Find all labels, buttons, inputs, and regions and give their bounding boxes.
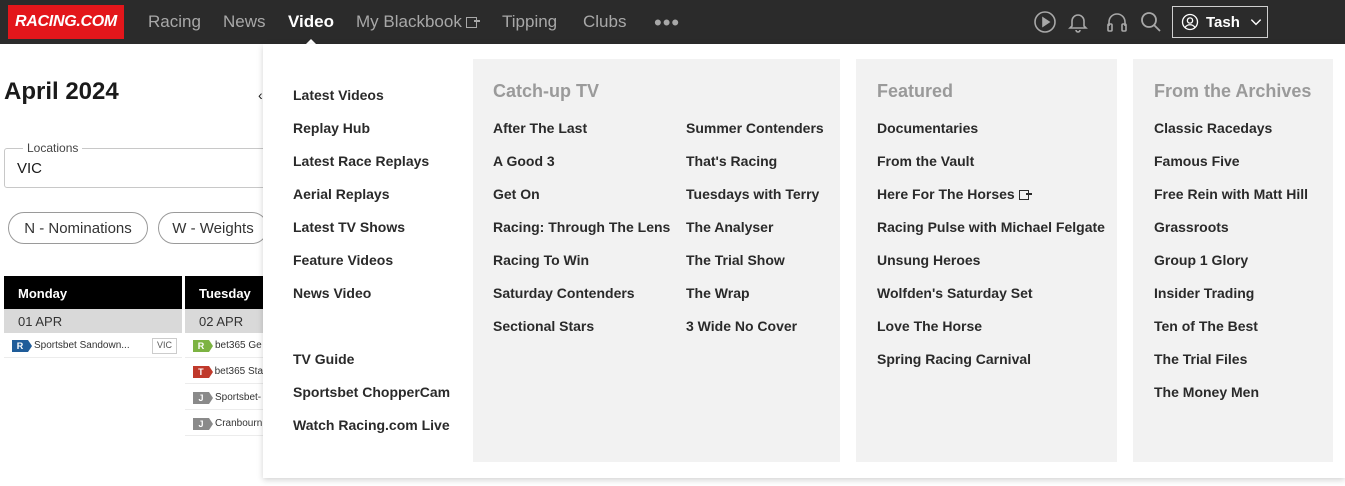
catchup-link[interactable]: Sectional Stars [493, 318, 594, 334]
archives-link[interactable]: Insider Trading [1154, 285, 1254, 301]
meeting-item[interactable]: J Cranbourn [185, 412, 263, 436]
day-header-monday: Monday [4, 276, 182, 309]
featured-link[interactable]: Spring Racing Carnival [877, 351, 1031, 367]
catchup-link[interactable]: Get On [493, 186, 540, 202]
archives-panel: From the Archives Classic Racedays Famou… [1133, 59, 1333, 462]
featured-link[interactable]: Love The Horse [877, 318, 982, 334]
search-icon[interactable] [1139, 10, 1163, 34]
previous-month-icon[interactable]: ‹ [258, 87, 263, 103]
nav-video[interactable]: Video [288, 12, 334, 47]
race-type-badge: J [193, 391, 213, 404]
top-navigation-bar: RACING.COM Racing News Video My Blackboo… [0, 0, 1345, 47]
catchup-link[interactable]: That's Racing [686, 153, 777, 169]
featured-link[interactable]: Documentaries [877, 120, 978, 136]
catchup-link[interactable]: After The Last [493, 120, 587, 136]
featured-link[interactable]: Wolfden's Saturday Set [877, 285, 1033, 301]
locations-label: Locations [23, 141, 83, 155]
meeting-item[interactable]: R bet365 Ge [185, 334, 263, 358]
nav-racing[interactable]: Racing [148, 12, 201, 32]
filter-nominations[interactable]: N - Nominations [8, 212, 148, 244]
archives-link[interactable]: Grassroots [1154, 219, 1229, 235]
archives-link[interactable]: Classic Racedays [1154, 120, 1272, 136]
menu-link-latest-race-replays[interactable]: Latest Race Replays [293, 153, 429, 169]
catchup-link[interactable]: Saturday Contenders [493, 285, 635, 301]
race-type-badge: R [12, 339, 32, 352]
locations-value: VIC [17, 160, 43, 177]
featured-link-label: Here For The Horses [877, 186, 1015, 202]
day-date-monday: 01 APR [4, 309, 182, 333]
menu-link-chopper-cam[interactable]: Sportsbet ChopperCam [293, 384, 450, 400]
racing-com-logo[interactable]: RACING.COM [8, 5, 124, 39]
nav-my-blackbook[interactable]: My Blackbook [356, 12, 480, 32]
menu-link-latest-videos[interactable]: Latest Videos [293, 87, 384, 103]
menu-link-replay-hub[interactable]: Replay Hub [293, 120, 370, 136]
user-avatar-icon [1181, 13, 1199, 31]
catchup-link[interactable]: Tuesdays with Terry [686, 186, 819, 202]
bell-icon[interactable] [1066, 10, 1090, 34]
user-account-button[interactable]: Tash [1172, 6, 1268, 38]
menu-link-latest-tv-shows[interactable]: Latest TV Shows [293, 219, 405, 235]
archives-link[interactable]: Free Rein with Matt Hill [1154, 186, 1308, 202]
state-tag: VIC [152, 338, 178, 354]
menu-link-aerial-replays[interactable]: Aerial Replays [293, 186, 390, 202]
featured-link[interactable]: Racing Pulse with Michael Felgate [877, 219, 1105, 235]
archives-link[interactable]: Famous Five [1154, 153, 1240, 169]
page-title: April 2024 [4, 78, 119, 105]
filter-weights[interactable]: W - Weights [158, 212, 268, 244]
catchup-link[interactable]: Racing: Through The Lens [493, 219, 670, 235]
nav-clubs[interactable]: Clubs [583, 12, 626, 32]
race-type-badge: J [193, 417, 213, 430]
archives-title: From the Archives [1154, 81, 1312, 101]
catchup-link[interactable]: The Trial Show [686, 252, 785, 268]
meeting-item[interactable]: J Sportsbet- [185, 386, 263, 410]
catchup-link[interactable]: The Analyser [686, 219, 773, 235]
external-link-icon [1018, 190, 1032, 200]
locations-select[interactable]: Locations VIC [4, 141, 274, 188]
featured-link[interactable]: Unsung Heroes [877, 252, 980, 268]
nav-my-blackbook-label: My Blackbook [356, 12, 462, 31]
meeting-name: bet365 Sta [214, 366, 263, 377]
meeting-name: Cranbourn [215, 418, 263, 429]
catchup-link[interactable]: Summer Contenders [686, 120, 824, 136]
catchup-link[interactable]: The Wrap [686, 285, 750, 301]
more-menu-icon[interactable]: ••• [654, 10, 680, 36]
menu-link-tv-guide[interactable]: TV Guide [293, 351, 354, 367]
nav-tipping[interactable]: Tipping [502, 12, 557, 32]
play-circle-icon[interactable] [1033, 10, 1057, 34]
menu-link-feature-videos[interactable]: Feature Videos [293, 252, 393, 268]
featured-link[interactable]: Here For The Horses [877, 186, 1032, 202]
catchup-tv-panel: Catch-up TV After The Last A Good 3 Get … [473, 59, 840, 462]
chevron-down-icon [1249, 15, 1263, 29]
featured-panel: Featured Documentaries From the Vault He… [856, 59, 1117, 462]
archives-link[interactable]: Group 1 Glory [1154, 252, 1248, 268]
meeting-name: Sportsbet Sandown... [34, 340, 130, 351]
meeting-item[interactable]: T bet365 Sta [185, 360, 263, 384]
featured-title: Featured [877, 81, 954, 101]
video-mega-menu: Latest Videos Replay Hub Latest Race Rep… [263, 44, 1345, 478]
meeting-name: Sportsbet- [215, 392, 262, 403]
catchup-link[interactable]: 3 Wide No Cover [686, 318, 797, 334]
user-name: Tash [1206, 13, 1240, 31]
menu-link-watch-live[interactable]: Watch Racing.com Live [293, 417, 450, 433]
archives-link[interactable]: Ten of The Best [1154, 318, 1258, 334]
race-type-badge: T [193, 365, 213, 378]
meeting-name: bet365 Ge [215, 340, 262, 351]
catchup-link[interactable]: Racing To Win [493, 252, 589, 268]
archives-link[interactable]: The Money Men [1154, 384, 1259, 400]
race-type-badge: R [193, 339, 213, 352]
featured-link[interactable]: From the Vault [877, 153, 974, 169]
headphones-icon[interactable] [1105, 10, 1129, 34]
nav-news[interactable]: News [223, 12, 266, 32]
external-link-icon [465, 17, 480, 28]
day-date-tuesday: 02 APR [185, 309, 263, 333]
catchup-link[interactable]: A Good 3 [493, 153, 555, 169]
menu-link-news-video[interactable]: News Video [293, 285, 371, 301]
archives-link[interactable]: The Trial Files [1154, 351, 1247, 367]
catchup-tv-title: Catch-up TV [493, 81, 599, 101]
day-header-tuesday: Tuesday [185, 276, 263, 309]
meeting-item[interactable]: R Sportsbet Sandown... VIC [4, 334, 182, 358]
